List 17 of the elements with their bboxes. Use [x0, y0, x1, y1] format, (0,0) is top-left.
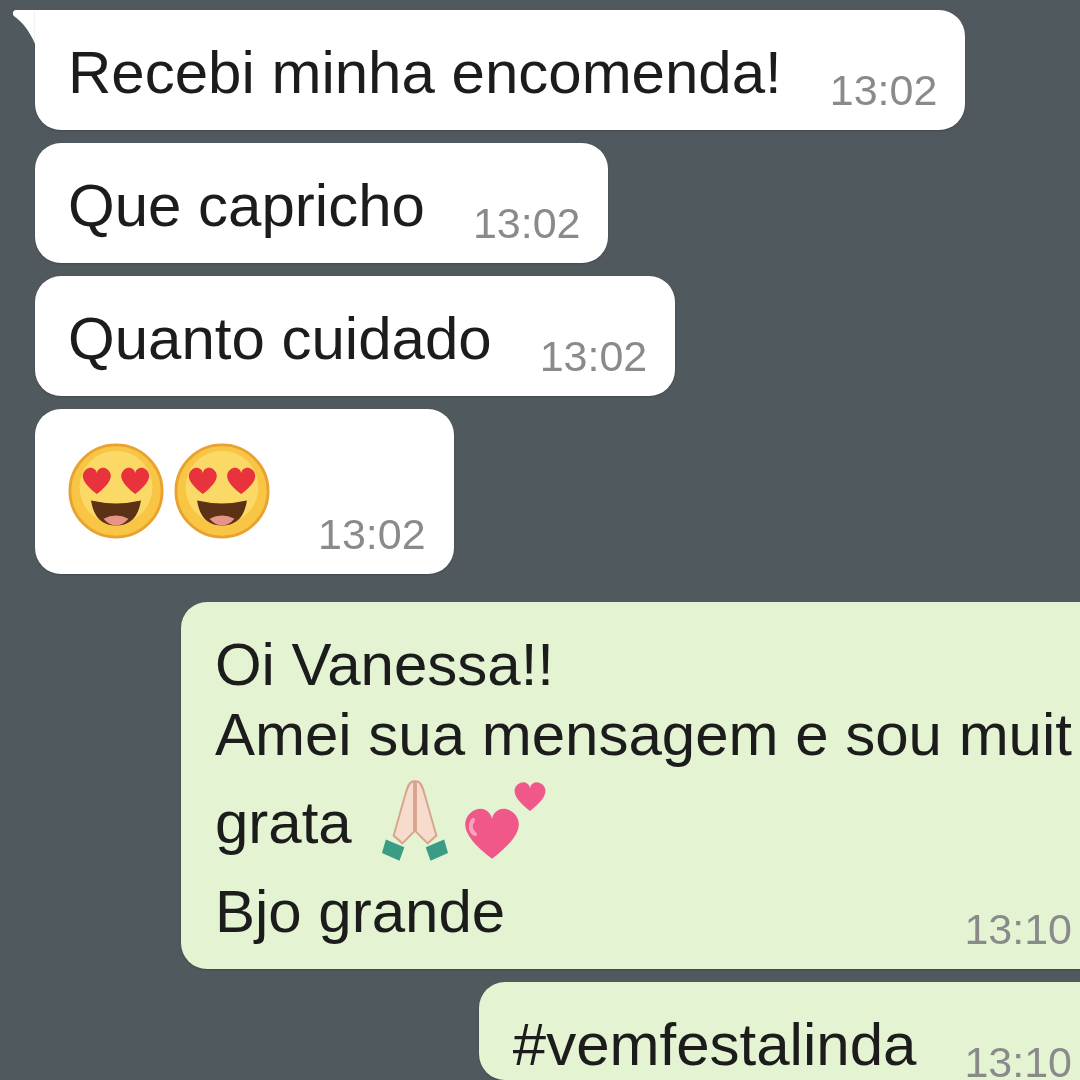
message-text: Que capricho [68, 171, 425, 241]
message-time: 13:02 [318, 512, 426, 556]
message-time: 13:10 [964, 1040, 1072, 1080]
message-text: Bjo grande [214, 877, 506, 947]
message-text: Oi Vanessa!! [214, 630, 554, 700]
message-text: grata [214, 788, 352, 858]
heart-eyes-face-icon [174, 443, 270, 539]
heart-eyes-face-icon [68, 443, 164, 539]
message-time: 13:02 [539, 334, 648, 378]
message-text: Amei sua mensagem e sou muit [214, 700, 1072, 770]
praying-hands-icon [380, 778, 449, 864]
message-time: 13:10 [964, 907, 1072, 951]
message-text: #vemfestalinda [512, 1010, 917, 1080]
message-text: Quanto cuidado [68, 304, 492, 374]
message-time: 13:02 [472, 201, 581, 245]
message-text: Recebi minha encomenda! [68, 38, 782, 108]
message-time: 13:02 [829, 68, 938, 112]
